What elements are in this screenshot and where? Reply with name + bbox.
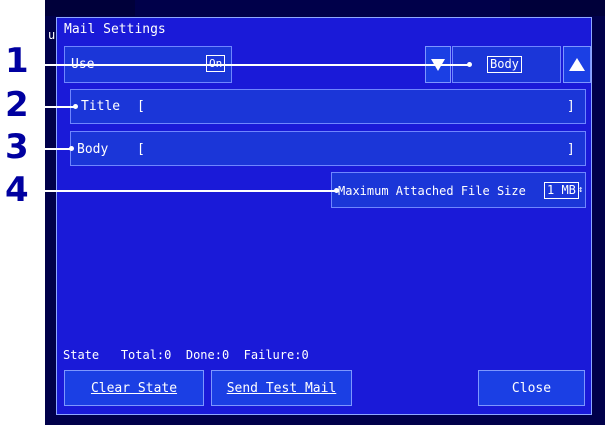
callout-leader-1 <box>32 64 470 66</box>
callout-dot-4 <box>334 188 339 193</box>
dialog-title: Mail Settings <box>64 22 166 37</box>
callout-leader-3 <box>32 148 72 150</box>
total-count: Total:0 <box>120 348 172 362</box>
triangle-up-icon <box>569 58 585 71</box>
body-label: Body <box>77 142 109 157</box>
failure-count: Failure:0 <box>243 348 309 362</box>
send-test-mail-button[interactable]: Send Test Mail <box>211 370 352 406</box>
spinner-icon[interactable]: ↕ <box>578 183 583 198</box>
mode-next-button[interactable] <box>563 46 591 83</box>
attach-size-label: Maximum Attached File Size <box>338 184 526 198</box>
body-close-bracket: ] <box>567 142 575 157</box>
background-panel <box>510 0 605 16</box>
mode-value[interactable]: Body <box>487 56 522 73</box>
close-button[interactable]: Close <box>478 370 585 406</box>
clear-state-button[interactable]: Clear State <box>64 370 204 406</box>
mail-title-field[interactable]: Title [ ] <box>70 89 586 124</box>
state-label: State <box>63 348 100 362</box>
callout-number-1: 1 <box>5 41 29 81</box>
max-attached-file-size-row[interactable]: Maximum Attached File Size 1 MB ↕ <box>331 172 586 208</box>
callout-leader-4 <box>32 190 337 192</box>
callout-number-3: 3 <box>5 127 29 167</box>
done-count: Done:0 <box>185 348 230 362</box>
callout-dot-2 <box>73 104 78 109</box>
title-label: Title <box>81 99 121 114</box>
callout-leader-2 <box>32 106 76 108</box>
callout-dot-3 <box>69 146 74 151</box>
attach-size-value[interactable]: 1 MB <box>544 182 579 199</box>
background-panel <box>45 0 135 16</box>
body-open-bracket: [ <box>137 142 145 157</box>
callout-dot-1 <box>467 62 472 67</box>
send-status-line: State Total:0 Done:0 Failure:0 <box>63 348 309 362</box>
mail-body-field[interactable]: Body [ ] <box>70 131 586 166</box>
title-open-bracket: [ <box>137 99 145 114</box>
callout-number-2: 2 <box>5 85 29 125</box>
callout-number-4: 4 <box>5 170 29 210</box>
title-close-bracket: ] <box>567 99 575 114</box>
